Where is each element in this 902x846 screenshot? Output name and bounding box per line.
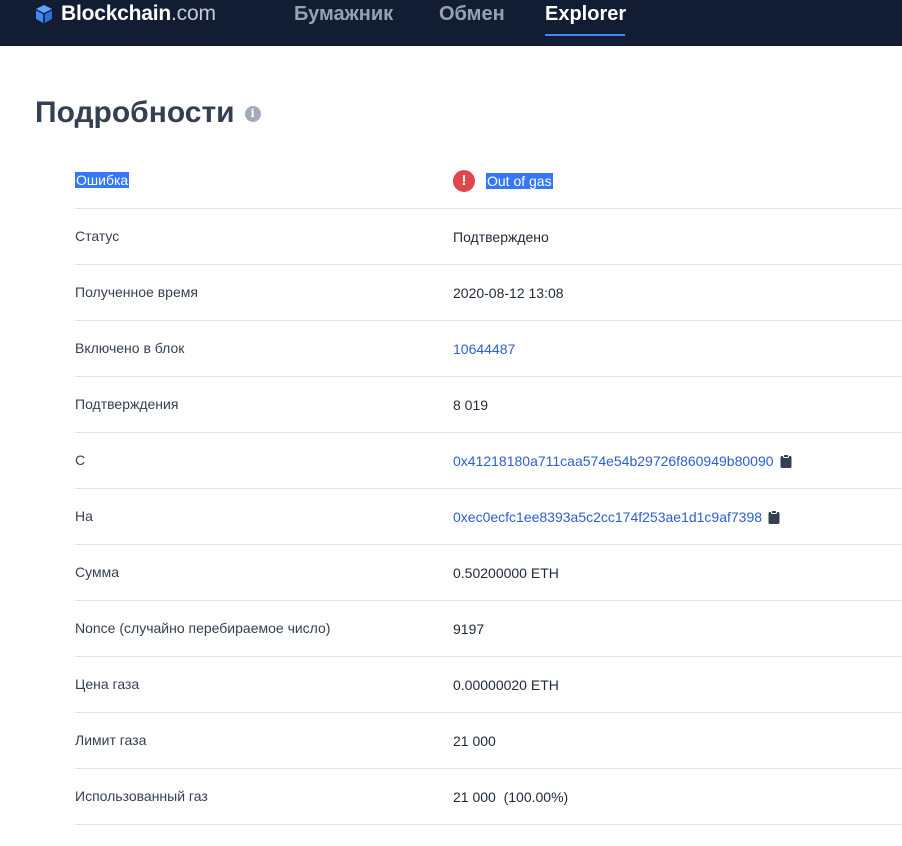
row-value: 0.50200000 ETH (453, 564, 559, 581)
row-value: 21 000 (100.00%) (453, 788, 569, 805)
page-title-text: Подробности (35, 96, 235, 129)
row-block: Включено в блок 10644487 (75, 321, 902, 377)
nav-wallet[interactable]: Бумажник (294, 3, 393, 26)
row-received-time: Полученное время 2020-08-12 13:08 (75, 265, 902, 321)
row-label: На (75, 508, 93, 524)
brand-name: Blockchain.com (61, 2, 216, 25)
error-text: Out of gas (486, 172, 553, 189)
error-icon: ! (453, 169, 475, 192)
row-confirmations: Подтверждения 8 019 (75, 377, 902, 433)
details-table: Ошибка ! Out of gas Статус Подтверждено … (75, 153, 902, 825)
row-value: 9197 (453, 620, 485, 637)
row-error: Ошибка ! Out of gas (75, 153, 902, 209)
row-amount: Сумма 0.50200000 ETH (75, 545, 902, 601)
nav-active-indicator (545, 34, 625, 36)
from-address-link[interactable]: 0x41218180a711caa574e54b29726f860949b800… (453, 453, 774, 469)
row-value: 0.00000020 ETH (453, 676, 559, 693)
blockchain-logo-icon (36, 5, 52, 23)
info-icon[interactable]: i (244, 106, 261, 122)
row-label: Включено в блок (75, 340, 185, 356)
row-value: 8 019 (453, 396, 489, 413)
clipboard-icon[interactable] (780, 453, 792, 468)
to-address-link[interactable]: 0xec0ecfc1ee8393a5c2cc174f253ae1d1c9af73… (453, 509, 762, 525)
row-from: С 0x41218180a711caa574e54b29726f860949b8… (75, 433, 902, 489)
row-value: 2020-08-12 13:08 (453, 284, 564, 301)
row-to: На 0xec0ecfc1ee8393a5c2cc174f253ae1d1c9a… (75, 489, 902, 545)
row-gas-used: Использованный газ 21 000 (100.00%) (75, 769, 902, 825)
row-label: Цена газа (75, 676, 140, 692)
row-label: Лимит газа (75, 732, 147, 748)
row-label: Nonce (случайно перебираемое число) (75, 620, 331, 636)
brand-logo[interactable]: Blockchain.com (34, 2, 216, 25)
row-gas-price: Цена газа 0.00000020 ETH (75, 657, 902, 713)
nav-exchange[interactable]: Обмен (439, 3, 505, 26)
row-label: Ошибка (75, 172, 130, 188)
status-value: Подтверждено (453, 228, 549, 245)
page-title: Подробности i (35, 96, 261, 130)
row-label: С (75, 452, 86, 468)
row-label: Сумма (75, 564, 119, 580)
row-label: Использованный газ (75, 788, 208, 804)
row-label: Статус (75, 228, 120, 244)
row-label: Полученное время (75, 284, 198, 300)
clipboard-icon[interactable] (768, 509, 780, 524)
block-link[interactable]: 10644487 (453, 341, 515, 357)
row-value: ! Out of gas (453, 153, 553, 208)
row-value: 21 000 (453, 732, 496, 749)
nav-explorer[interactable]: Explorer (545, 3, 626, 26)
row-gas-limit: Лимит газа 21 000 (75, 713, 902, 769)
top-navbar: Blockchain.com Бумажник Обмен Explorer (0, 0, 902, 46)
row-nonce: Nonce (случайно перебираемое число) 9197 (75, 601, 902, 657)
row-status: Статус Подтверждено (75, 209, 902, 265)
row-label: Подтверждения (75, 396, 179, 412)
